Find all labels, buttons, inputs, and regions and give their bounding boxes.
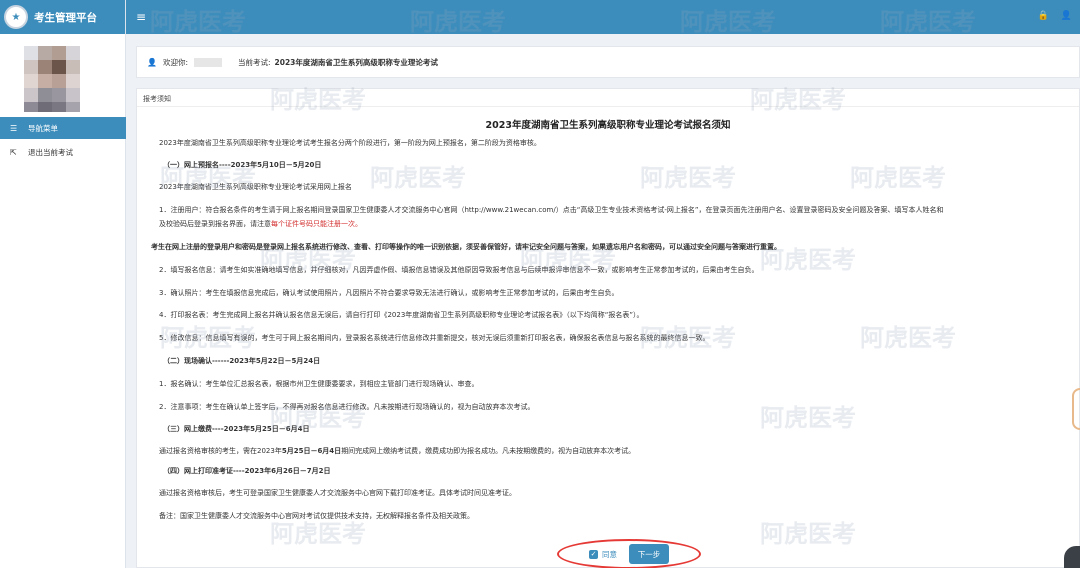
item-text: 2．填写报名信息：请考生如实准确地填写信息，并仔细核对，凡因弄虚作假、填报信息错… [159,266,759,274]
item-text: 通过报名资格审核的考生，需在2023年5月25日－6月4日期间完成网上缴纳考试费… [159,447,636,455]
current-exam-name: 2023年度湖南省卫生系列高级职称专业理论考试 [274,57,438,67]
greeting-label: 欢迎你: [162,57,188,67]
sidebar-item-nav-menu[interactable]: ☰ 导航菜单 [0,117,126,139]
item-text: 通过报名资格审核后，考生可登录国家卫生健康委人才交流服务中心官网下载打印准考证。… [159,489,516,497]
item-text: 3．确认照片：考生在填报信息完成后，确认考试使用照片，凡因照片不符合要求导致无法… [159,289,619,297]
section-heading: （二）现场确认------2023年5月22日－5月24日 [163,357,321,365]
section-heading: （三）网上缴费----2023年5月25日－6月4日 [163,425,310,433]
section-text: 2023年度湖南省卫生系列高级职称专业理论考试采用网上报名 [159,183,352,191]
current-exam-label: 当前考试: [238,57,271,67]
user-icon[interactable]: 👤 [1061,11,1072,21]
item-text: 1．报名确认：考生单位汇总报名表，根据市州卫生健康委要求，到相应主管部门进行现场… [159,380,479,388]
list-icon: ☰ [10,123,18,133]
annotation-oval [557,539,701,568]
hamburger-icon[interactable]: ≡ [136,10,146,24]
sidebar-item-label: 导航菜单 [28,123,58,133]
seal-logo-icon: ★ [4,5,28,29]
username-redacted [194,57,222,67]
highlight-text: 每个证件号码只能注册一次。 [271,220,362,228]
side-widget[interactable] [1072,388,1080,430]
item-text: 5．修改信息：信息填写有误的，考生可于网上报名期间内，登录报名系统进行信息修改并… [159,334,710,342]
external-link-icon: ⇱ [10,147,17,157]
footer-actions: ✓ 同意 下一步 [557,539,701,568]
avatar [24,46,80,112]
topbar: ≡ 🔒 👤 [126,0,1080,34]
corner-widget [1064,546,1080,568]
brand-title: 考生管理平台 [34,11,97,24]
important-notice: 考生在网上注册的登录用户和密码是登录网上报名系统进行修改、查看、打印等操作的唯一… [151,243,781,251]
section-heading: （一）网上预报名----2023年5月10日－5月20日 [163,161,322,169]
note-text: 备注：国家卫生健康委人才交流服务中心官网对考试仅提供技术支持，无权解释报名条件及… [159,512,474,520]
sidebar-item-label: 退出当前考试 [28,147,73,157]
sidebar-item-exit-exam[interactable]: ⇱ 退出当前考试 [0,141,126,163]
topbar-icons: 🔒 👤 [1038,11,1072,21]
notice-panel: 报考须知 2023年度湖南省卫生系列高级职称专业理论考试报名须知 2023年度湖… [136,88,1080,568]
section-heading: （四）网上打印准考证----2023年6月26日－7月2日 [163,467,331,475]
panel-header: 报考须知 [137,89,1079,107]
sidebar: ★ 考生管理平台 ☰ 导航菜单 ⇱ 退出当前考试 [0,0,126,568]
item-text: 1．注册用户：符合报名条件的考生请于网上报名期间登录国家卫生健康委人才交流服务中… [159,206,944,214]
brand-header: ★ 考生管理平台 [0,0,125,34]
lock-icon[interactable]: 🔒 [1038,11,1049,21]
notice-title: 2023年度湖南省卫生系列高级职称专业理论考试报名须知 [485,120,731,131]
welcome-bar: 👤 欢迎你: 当前考试: 2023年度湖南省卫生系列高级职称专业理论考试 [136,46,1080,78]
intro-text: 2023年度湖南省卫生系列高级职称专业理论考试考生报名分两个阶段进行，第一阶段为… [159,139,541,147]
item-text: 4．打印报名表：考生完成网上报名并确认报名信息无误后，请自行打印《2023年度湖… [159,311,644,319]
user-icon: 👤 [147,57,157,67]
item-text: 2．注意事项：考生在确认单上签字后，不得再对报名信息进行修改。凡未按期进行现场确… [159,403,535,411]
item-text: 及校验码后登录到报名界面，请注意每个证件号码只能注册一次。 [159,220,362,228]
